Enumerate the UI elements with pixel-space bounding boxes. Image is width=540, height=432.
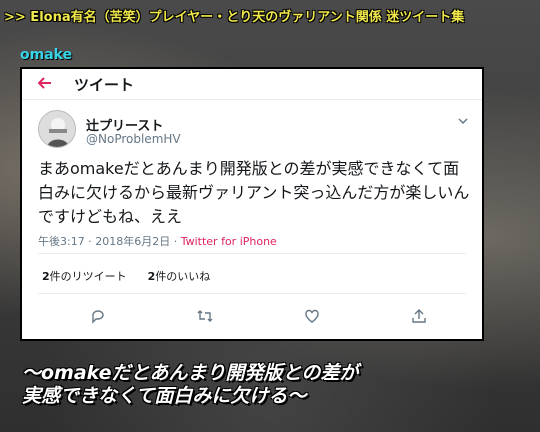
chevron-down-icon[interactable] [458, 114, 468, 128]
like-count-link[interactable]: 2件のいいね [148, 270, 211, 283]
tweet-actions [22, 305, 482, 329]
like-label: 件のいいね [155, 270, 211, 283]
author-handle[interactable]: @NoProblemHV [86, 132, 181, 146]
retweet-icon[interactable] [194, 305, 216, 327]
tweet-source[interactable]: Twitter for iPhone [181, 235, 277, 248]
avatar[interactable] [38, 110, 76, 148]
tweet-date[interactable]: 2018年6月2日 [95, 235, 170, 248]
retweet-count: 2 [42, 270, 50, 283]
header-title: ツイート [74, 75, 135, 94]
tweet-stats: 2件のリツイート 2件のいいね [42, 268, 210, 284]
tweet-time[interactable]: 午後3:17 [38, 235, 85, 248]
divider [38, 293, 466, 294]
section-label: omake [20, 47, 73, 63]
reply-icon[interactable] [87, 305, 109, 327]
meta-separator: · [88, 235, 92, 248]
caption: ～omakeだとあんまり開発版との差が 実感できなくて面白みに欠ける～ [22, 362, 522, 408]
page-banner: >> Elona有名（苦笑）プレイヤー・とり天のヴァリアント関係 迷ツイート集 [4, 10, 465, 25]
tweet-header: ツイート [22, 69, 482, 100]
divider [38, 253, 466, 254]
caption-line: ～omakeだとあんまり開発版との差が [22, 362, 359, 384]
tweet-meta: 午後3:17 · 2018年6月2日 · Twitter for iPhone [38, 233, 277, 249]
retweet-count-link[interactable]: 2件のリツイート [42, 270, 127, 283]
tweet-text: まあomakeだとあんまり開発版との差が実感できなくて面白みに欠けるから最新ヴァ… [38, 159, 470, 226]
arrow-left-icon[interactable] [37, 75, 64, 94]
caption-line: 実感できなくて面白みに欠ける～ [22, 385, 307, 407]
heart-icon[interactable] [301, 305, 323, 327]
tweet-author: 辻プリースト @NoProblemHV [22, 100, 482, 156]
meta-separator: · [173, 235, 178, 248]
tweet-screenshot: ツイート 辻プリースト @NoProblemHV まあomakeだとあんまり開発… [20, 67, 484, 341]
retweet-label: 件のリツイート [49, 270, 127, 283]
share-icon[interactable] [408, 305, 430, 327]
